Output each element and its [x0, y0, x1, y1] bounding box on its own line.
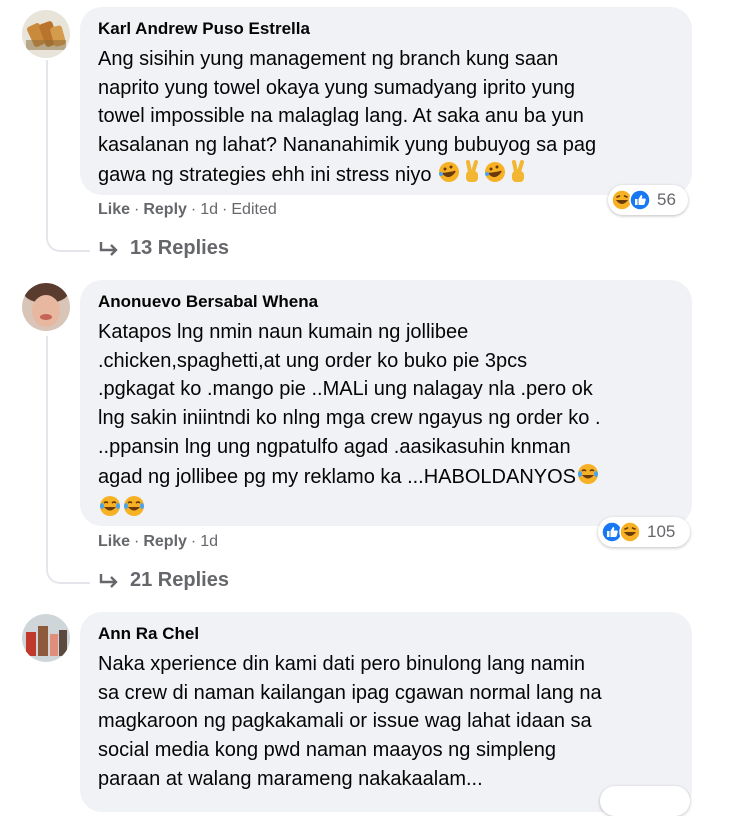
thread-line	[46, 336, 48, 564]
view-replies-button[interactable]: 21 Replies	[98, 569, 229, 592]
reaction-summary[interactable]: 56	[608, 185, 688, 215]
reply-arrow-icon	[99, 241, 118, 256]
like-link[interactable]: Like	[98, 201, 130, 218]
comment-bubble: Anonuevo Bersabal Whena Katapos lng nmin…	[80, 280, 692, 526]
avatar[interactable]	[22, 10, 70, 58]
reaction-summary[interactable]	[600, 786, 690, 816]
separator: ·	[134, 533, 140, 550]
separator: ·	[190, 533, 197, 550]
separator: ·	[222, 201, 228, 218]
comment-actions: Like · Reply · 1d	[98, 533, 218, 551]
reply-link[interactable]: Reply	[143, 201, 187, 218]
comment-time[interactable]: 1d	[200, 201, 218, 218]
replies-count: 13 Replies	[130, 237, 229, 259]
avatar-photo-icon	[22, 283, 70, 331]
comment-text-content: Katapos lng nmin naun kumain ng jollibee…	[98, 321, 601, 488]
rolling-laugh-emoji	[483, 160, 507, 193]
reply-arrow-icon	[99, 573, 118, 588]
thread-connector	[46, 232, 90, 252]
comment-actions: Like · Reply · 1d · Edited	[98, 201, 277, 219]
comment-bubble: Karl Andrew Puso Estrella Ang sisihin yu…	[80, 7, 692, 195]
comment-author[interactable]: Ann Ra Chel	[98, 624, 674, 644]
separator: ·	[134, 201, 140, 218]
thread-line	[46, 60, 48, 232]
avatar[interactable]	[22, 614, 70, 662]
avatar[interactable]	[22, 283, 70, 331]
avatar-photo-icon	[22, 10, 70, 58]
separator: ·	[190, 201, 197, 218]
avatar-photo-icon	[22, 614, 70, 662]
tears-of-joy-emoji	[122, 494, 146, 527]
comment-text: Katapos lng nmin naun kumain ng jollibee…	[98, 318, 674, 527]
edited-label: Edited	[231, 201, 277, 218]
reaction-summary[interactable]: 105	[598, 517, 690, 547]
rolling-laugh-emoji	[437, 160, 461, 193]
haha-icon	[619, 521, 641, 543]
reply-link[interactable]: Reply	[143, 533, 187, 550]
comment-author[interactable]: Karl Andrew Puso Estrella	[98, 19, 674, 39]
comment-author[interactable]: Anonuevo Bersabal Whena	[98, 292, 674, 312]
tears-of-joy-emoji	[98, 494, 122, 527]
thread-connector	[46, 564, 90, 584]
comment-bubble: Ann Ra Chel Naka xperience din kami dati…	[80, 612, 692, 812]
reaction-count: 56	[657, 190, 676, 209]
comment-text: Ang sisihin yung management ng branch ku…	[98, 45, 674, 193]
like-icon	[629, 189, 651, 211]
victory-hand-emoji	[507, 159, 529, 193]
victory-hand-emoji	[461, 159, 483, 193]
like-link[interactable]: Like	[98, 533, 130, 550]
view-replies-button[interactable]: 13 Replies	[98, 237, 229, 260]
reaction-count: 105	[647, 522, 676, 541]
comment-time[interactable]: 1d	[200, 533, 218, 550]
replies-count: 21 Replies	[130, 569, 229, 591]
comment-text: Naka xperience din kami dati pero binulo…	[98, 653, 602, 790]
tears-of-joy-emoji	[576, 462, 600, 495]
